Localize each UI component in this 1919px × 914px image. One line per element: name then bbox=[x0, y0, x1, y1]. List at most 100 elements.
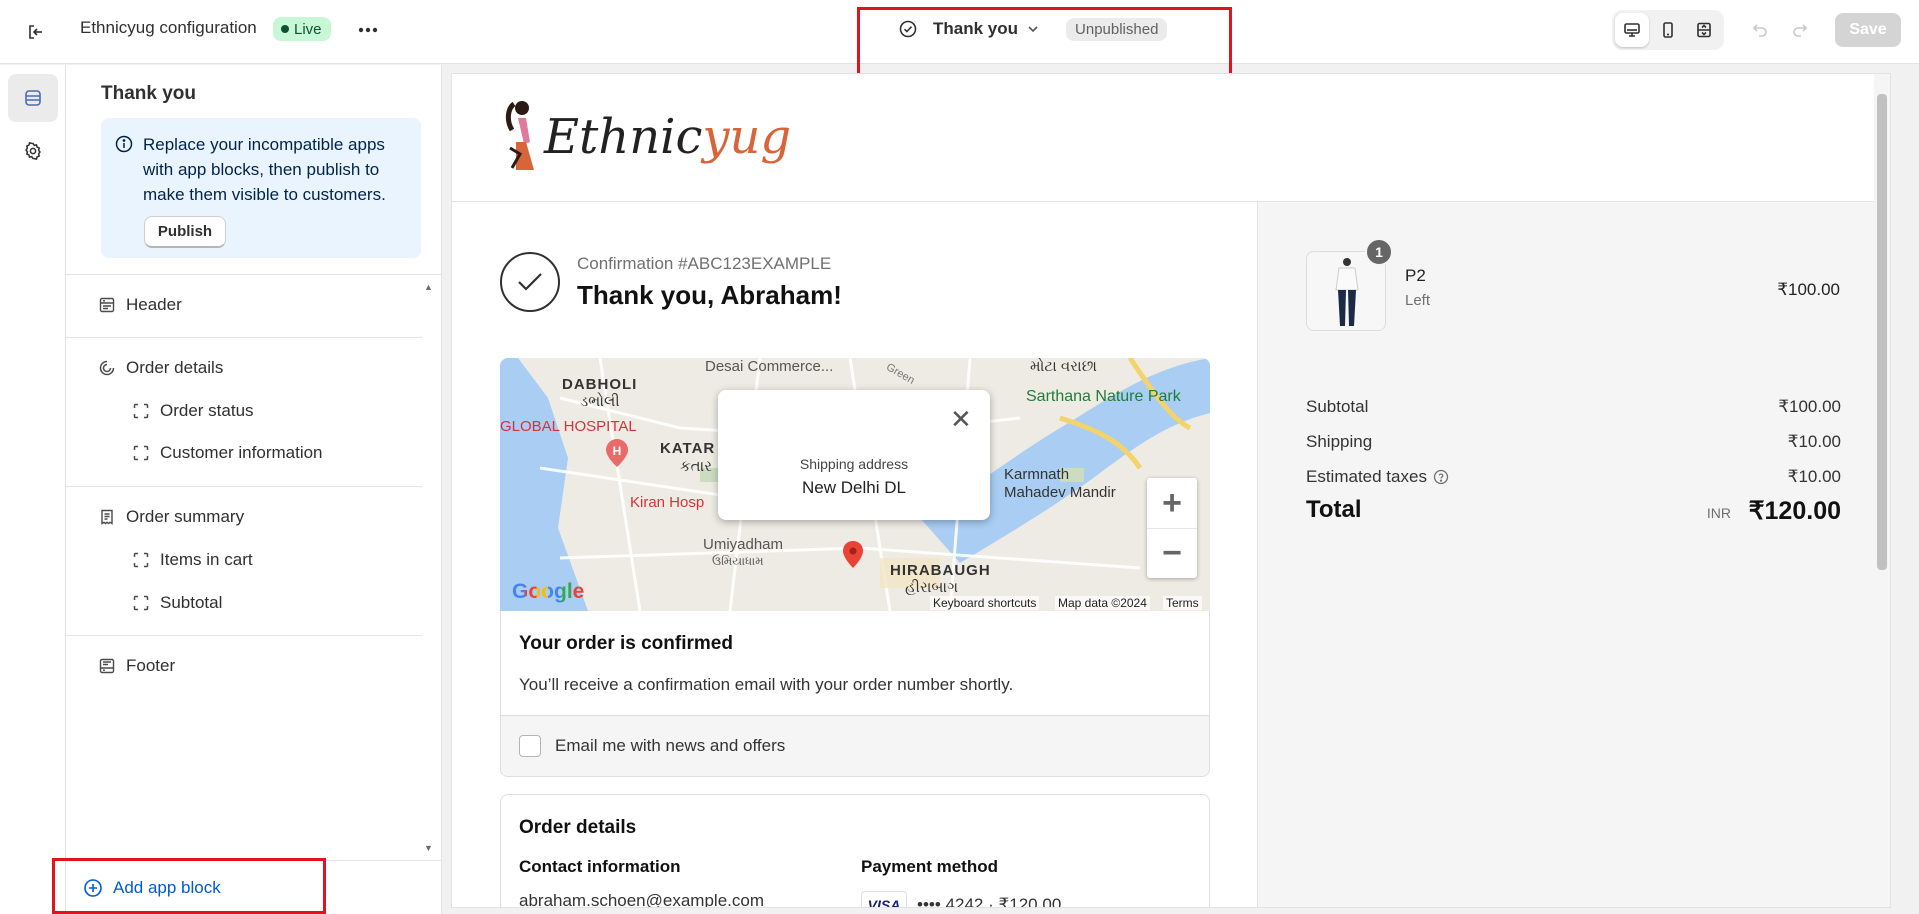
exit-button[interactable] bbox=[18, 14, 54, 50]
left-rail bbox=[0, 65, 66, 914]
divider bbox=[66, 274, 442, 275]
close-icon[interactable]: ✕ bbox=[950, 404, 972, 435]
subtotal-value: ₹100.00 bbox=[1778, 397, 1841, 416]
mobile-icon bbox=[1663, 22, 1673, 38]
map-zoom-control: + − bbox=[1147, 478, 1197, 578]
tooltip-value: New Delhi DL bbox=[802, 478, 906, 497]
map-pin-icon bbox=[843, 541, 863, 568]
tooltip-label: Shipping address bbox=[799, 456, 909, 472]
zoom-in-button[interactable]: + bbox=[1147, 478, 1197, 528]
preview-scrollbar[interactable] bbox=[1874, 74, 1890, 907]
preview-header: Ethnicyug bbox=[452, 74, 1890, 202]
section-header[interactable]: Header bbox=[98, 290, 182, 320]
email-opt-in-checkbox[interactable] bbox=[519, 735, 541, 757]
shipping-label: Shipping bbox=[1306, 432, 1373, 451]
block-order-status-label: Order status bbox=[160, 401, 254, 420]
scroll-down-arrow[interactable]: ▼ bbox=[424, 843, 433, 853]
undo-icon bbox=[1752, 24, 1767, 37]
block-items-in-cart-label: Items in cart bbox=[160, 550, 253, 569]
hospital-marker-icon: H bbox=[606, 439, 628, 467]
banner-text: Replace your incompatible apps with app … bbox=[143, 135, 386, 204]
map-label: Karmnath bbox=[1004, 466, 1070, 483]
desktop-icon bbox=[1624, 23, 1640, 37]
add-app-block-button[interactable]: Add app block bbox=[83, 878, 221, 898]
preview-mode-toggle bbox=[1612, 10, 1724, 50]
ellipsis-icon bbox=[358, 27, 378, 33]
taxes-value: ₹10.00 bbox=[1787, 467, 1841, 486]
receipt-icon bbox=[101, 509, 113, 525]
scroll-up-arrow[interactable]: ▲ bbox=[424, 282, 433, 292]
publish-button[interactable]: Publish bbox=[144, 216, 226, 248]
add-app-block-label: Add app block bbox=[113, 878, 221, 897]
unpublished-badge: Unpublished bbox=[1066, 17, 1168, 41]
question-circle-icon[interactable] bbox=[1433, 469, 1449, 485]
sections-tab[interactable] bbox=[8, 74, 58, 122]
thank-you-heading: Thank you, Abraham! bbox=[577, 280, 842, 310]
mobile-view-button[interactable] bbox=[1651, 13, 1685, 47]
terms-link[interactable]: Terms bbox=[1163, 596, 1202, 610]
map-label: Mahadev Mandir bbox=[1004, 484, 1116, 501]
sidebar-title: Thank you bbox=[101, 83, 197, 104]
shipping-value: ₹10.00 bbox=[1787, 432, 1841, 451]
map-label: ઉમિયાધામ bbox=[712, 554, 764, 568]
info-icon bbox=[115, 135, 133, 153]
contact-email: abraham.schoen@example.com bbox=[519, 891, 764, 907]
payment-value-row: VISA •••• 4242 · ₹120.00 bbox=[861, 891, 1061, 907]
map-label: હીરાબાગ bbox=[905, 579, 959, 596]
order-details-box: Order details Contact information abraha… bbox=[500, 794, 1210, 907]
zoom-out-button[interactable]: − bbox=[1147, 528, 1197, 578]
save-button[interactable]: Save bbox=[1835, 13, 1901, 47]
contact-information: Contact information abraham.schoen@examp… bbox=[519, 857, 764, 907]
settings-tab[interactable] bbox=[8, 127, 58, 175]
sections-sidebar: Thank you Replace your incompatible apps… bbox=[66, 65, 442, 914]
block-subtotal-label: Subtotal bbox=[160, 593, 223, 612]
order-confirmed-box: Your order is confirmed You’ll receive a… bbox=[500, 611, 1210, 777]
full-width-view-button[interactable] bbox=[1687, 13, 1721, 47]
section-footer[interactable]: Footer bbox=[98, 651, 175, 681]
block-icon bbox=[133, 595, 149, 611]
footer-icon bbox=[99, 658, 115, 674]
more-actions-button[interactable] bbox=[354, 16, 382, 44]
map-data-label: Map data ©2024 bbox=[1055, 596, 1150, 610]
section-order-details-label: Order details bbox=[126, 358, 224, 377]
order-summary-column: 1 P2 Left ₹100.00 Subtotal ₹100.00 Shipp… bbox=[1257, 202, 1890, 907]
payment-heading: Payment method bbox=[861, 857, 998, 876]
exit-icon bbox=[29, 25, 42, 39]
undo-button[interactable] bbox=[1748, 18, 1772, 42]
section-order-summary[interactable]: Order summary bbox=[98, 502, 244, 532]
block-items-in-cart[interactable]: Items in cart bbox=[132, 545, 253, 575]
template-picker[interactable]: Thank you Unpublished bbox=[899, 17, 1168, 41]
product-variant: Left bbox=[1405, 292, 1431, 309]
block-order-status[interactable]: Order status bbox=[132, 396, 254, 426]
block-icon bbox=[133, 552, 149, 568]
live-badge: Live bbox=[273, 17, 331, 41]
keyboard-shortcuts-link[interactable]: Keyboard shortcuts bbox=[930, 596, 1040, 610]
divider bbox=[66, 635, 422, 636]
store-logo: Ethnicyug bbox=[500, 98, 791, 176]
block-customer-information[interactable]: Customer information bbox=[132, 438, 323, 468]
desktop-view-button[interactable] bbox=[1615, 13, 1649, 47]
map-label: KATAR bbox=[660, 440, 716, 457]
chevron-down-icon bbox=[1028, 26, 1038, 33]
shipping-map[interactable]: Desai Commerce... DABHOLI ડભોલી GLOBAL H… bbox=[500, 358, 1210, 611]
sections-icon bbox=[25, 90, 41, 106]
visa-card-icon: VISA bbox=[861, 891, 907, 907]
section-order-details[interactable]: Order details bbox=[98, 353, 223, 383]
section-footer-label: Footer bbox=[126, 656, 176, 675]
total-currency: INR bbox=[1706, 505, 1731, 521]
map-label: GLOBAL HOSPITAL bbox=[500, 418, 637, 435]
redo-button[interactable] bbox=[1788, 18, 1812, 42]
store-title: Ethnicyug configuration bbox=[80, 18, 257, 37]
scrollbar-thumb[interactable] bbox=[1877, 94, 1887, 570]
order-details-icon bbox=[99, 360, 115, 376]
map-label: કતાર bbox=[680, 458, 712, 475]
block-subtotal[interactable]: Subtotal bbox=[132, 588, 222, 618]
top-bar: Ethnicyug configuration Live Thank you U… bbox=[0, 0, 1919, 84]
subtotal-label: Subtotal bbox=[1306, 397, 1369, 416]
block-icon bbox=[133, 403, 149, 419]
logo-wordmark: Ethnicyug bbox=[544, 109, 791, 165]
order-details-title: Order details bbox=[519, 817, 637, 838]
logo-main-text: Ethnic bbox=[544, 109, 703, 165]
map-label: DABHOLI bbox=[562, 376, 638, 393]
email-opt-in-label: Email me with news and offers bbox=[555, 736, 786, 755]
